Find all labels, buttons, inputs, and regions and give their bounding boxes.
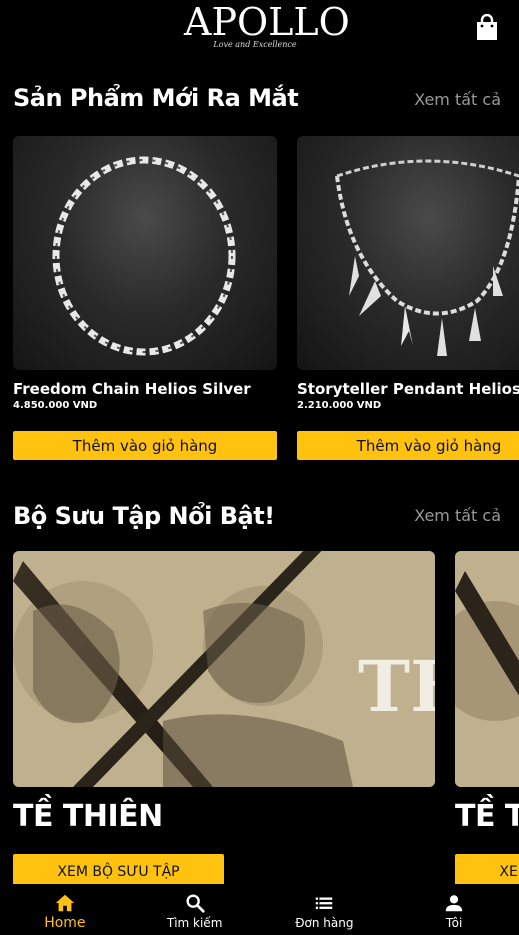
collection-card[interactable]: TH TỀ THIÊN XEM BỘ SƯU TẬP <box>13 551 435 890</box>
person-icon <box>445 895 463 912</box>
product-price: 4.850.000 VND <box>13 400 98 411</box>
product-image[interactable] <box>13 136 277 370</box>
product-card[interactable]: Storyteller Pendant Helios Silver 2.210.… <box>297 136 519 460</box>
collection-card[interactable]: TỀ THIÊN XEM BỘ SƯU TẬP <box>455 551 519 890</box>
app-screen: APOLLO Love and Excellence Sản Phẩm Mới … <box>0 0 519 935</box>
nav-label: Home <box>44 915 86 931</box>
collection-name: TỀ THIÊN <box>13 799 163 834</box>
collections-see-all-link[interactable]: Xem tất cả <box>414 506 501 525</box>
nav-search[interactable]: Tìm kiếm <box>130 884 260 935</box>
collections-title: Bộ Sưu Tập Nổi Bật! <box>13 502 275 530</box>
nav-label: Tìm kiếm <box>166 916 223 930</box>
list-icon <box>316 897 333 909</box>
nav-label: Đơn hàng <box>295 916 354 930</box>
bottom-navigation: Home Tìm kiếm Đơn hàng Tôi <box>0 884 519 935</box>
cart-button[interactable] <box>474 13 500 42</box>
add-to-cart-button[interactable]: Thêm vào giỏ hàng <box>297 431 519 460</box>
brand-logo[interactable]: APOLLO Love and Excellence <box>184 0 350 58</box>
shopping-bag-icon <box>477 13 497 40</box>
product-name: Freedom Chain Helios Silver <box>13 380 251 398</box>
nav-account[interactable]: Tôi <box>389 884 519 935</box>
collection-image[interactable]: TH <box>13 551 435 787</box>
collection-artwork <box>455 551 519 787</box>
collection-image[interactable] <box>455 551 519 787</box>
brand-name: APOLLO <box>184 0 350 44</box>
collection-artwork: TH <box>13 551 435 787</box>
collection-art-text: TH <box>358 645 435 728</box>
product-image[interactable] <box>297 136 519 370</box>
nav-label: Tôi <box>445 916 463 930</box>
add-to-cart-button[interactable]: Thêm vào giỏ hàng <box>13 431 277 460</box>
product-price: 2.210.000 VND <box>297 400 382 411</box>
new-products-see-all-link[interactable]: Xem tất cả <box>414 90 501 109</box>
search-icon <box>186 894 205 913</box>
home-icon <box>55 894 75 912</box>
header: APOLLO Love and Excellence <box>0 0 519 60</box>
chain-necklace-image <box>52 156 236 356</box>
collection-name: TỀ THIÊN <box>455 799 519 834</box>
product-card[interactable]: Freedom Chain Helios Silver 4.850.000 VN… <box>13 136 277 460</box>
pendant-necklace-image <box>335 159 519 356</box>
nav-home[interactable]: Home <box>0 884 130 935</box>
product-name: Storyteller Pendant Helios Silver <box>297 380 519 398</box>
new-products-title: Sản Phẩm Mới Ra Mắt <box>13 84 299 112</box>
nav-orders[interactable]: Đơn hàng <box>260 884 390 935</box>
